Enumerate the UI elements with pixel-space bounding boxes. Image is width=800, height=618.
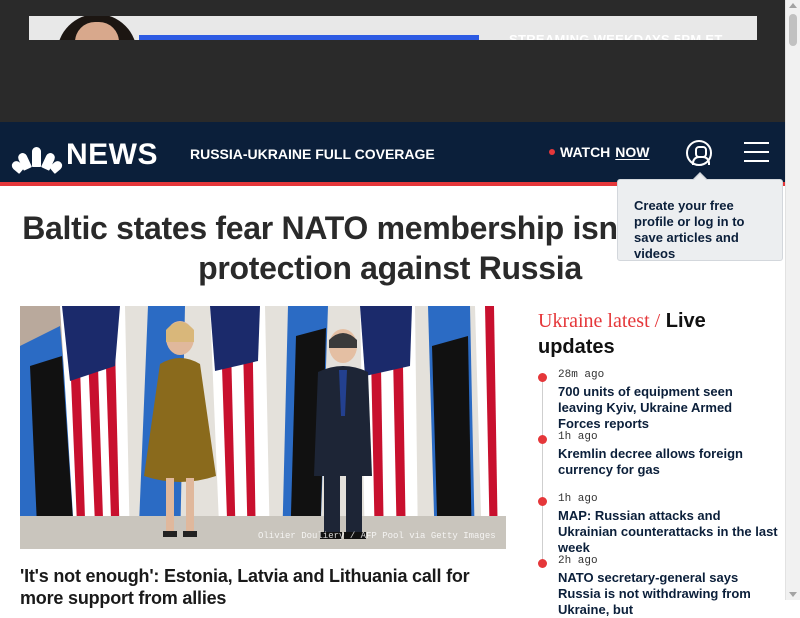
timeline-line: [542, 438, 543, 500]
profile-tooltip[interactable]: Create your free profile or log in to sa…: [617, 172, 783, 261]
rail-title-part1: Ukraine latest /: [538, 310, 661, 332]
feed-time: 1h ago: [558, 431, 598, 443]
live-updates-feed: 28m ago 700 units of equipment seen leav…: [538, 368, 778, 617]
list-item[interactable]: 1h ago MAP: Russian attacks and Ukrainia…: [538, 492, 778, 562]
user-circle-icon[interactable]: [686, 140, 712, 166]
watch-now-label: NOW: [615, 144, 650, 160]
timeline-dot-icon: [538, 373, 547, 382]
timeline-dot-icon: [538, 559, 547, 568]
image-caption: Olivier Douliery / AFP Pool via Getty Im…: [258, 531, 496, 541]
scroll-down-arrow-icon[interactable]: [789, 592, 797, 597]
scrollbar[interactable]: [785, 0, 800, 600]
live-dot-icon: [549, 149, 555, 155]
nbc-news-logo[interactable]: NEWS: [10, 138, 158, 174]
scrollbar-thumb[interactable]: [789, 14, 797, 46]
feed-text: NATO secretary-general says Russia is no…: [558, 570, 751, 617]
story-title[interactable]: 'It's not enough': Estonia, Latvia and L…: [20, 565, 500, 609]
timeline-line: [542, 376, 543, 438]
feed-time: 28m ago: [558, 369, 605, 381]
hero-image[interactable]: [20, 306, 506, 549]
logo-text: NEWS: [66, 138, 158, 171]
ad-area: STREAMING WEEKDAYS 5PM ET: [0, 0, 785, 122]
scroll-up-arrow-icon[interactable]: [789, 3, 797, 8]
hamburger-menu-icon[interactable]: [744, 140, 769, 164]
list-item[interactable]: 2h ago NATO secretary-general says Russi…: [538, 554, 778, 617]
coverage-link[interactable]: RUSSIA-UKRAINE FULL COVERAGE: [190, 146, 435, 162]
ad-text: STREAMING WEEKDAYS 5PM ET: [509, 32, 723, 40]
hero-photo-illustration: [20, 306, 506, 549]
site-header: NEWS RUSSIA-UKRAINE FULL COVERAGE WATCH …: [0, 122, 785, 182]
feed-text: Kremlin decree allows foreign currency f…: [558, 446, 743, 477]
feed-time: 1h ago: [558, 493, 598, 505]
list-item[interactable]: 1h ago Kremlin decree allows foreign cur…: [538, 430, 778, 500]
peacock-icon: [10, 143, 64, 174]
timeline-line: [542, 500, 543, 562]
watch-label: WATCH: [560, 144, 611, 160]
rail-title[interactable]: Ukraine latest / Live updates: [538, 308, 778, 360]
list-item[interactable]: 28m ago 700 units of equipment seen leav…: [538, 368, 778, 438]
timeline-dot-icon: [538, 497, 547, 506]
feed-text: MAP: Russian attacks and Ukrainian count…: [558, 508, 778, 555]
ad-accent-bar: [139, 35, 479, 40]
ad-person-photo: [57, 16, 137, 40]
feed-text: 700 units of equipment seen leaving Kyiv…: [558, 384, 733, 431]
timeline-dot-icon: [538, 435, 547, 444]
watch-now-link[interactable]: WATCH NOW: [549, 144, 650, 160]
feed-time: 2h ago: [558, 555, 598, 567]
ad-banner[interactable]: STREAMING WEEKDAYS 5PM ET: [29, 16, 757, 40]
